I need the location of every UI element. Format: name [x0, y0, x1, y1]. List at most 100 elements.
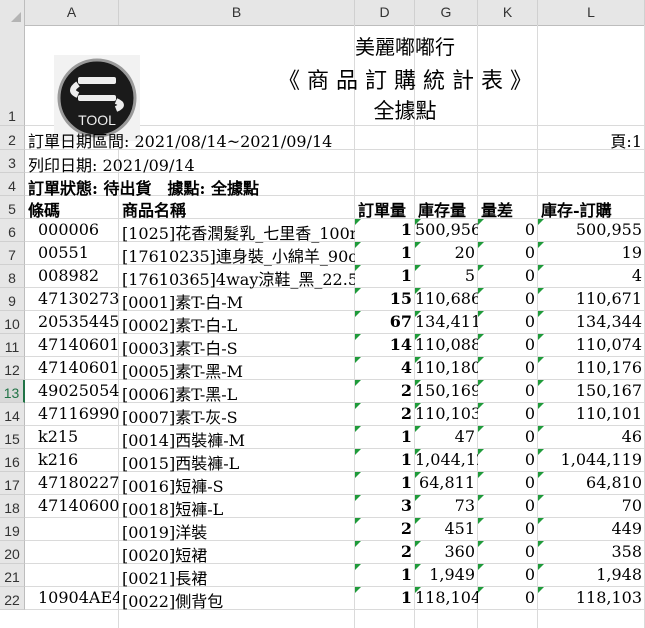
number-cell[interactable]: 500,955 [538, 220, 645, 239]
row-header-1[interactable]: 1 [0, 25, 25, 126]
number-cell[interactable]: 4 [538, 266, 645, 285]
row-header-15[interactable]: 15 [0, 426, 25, 449]
number-cell[interactable]: 2 [355, 519, 415, 538]
row-header-22[interactable]: 22 [0, 587, 25, 610]
barcode-cell[interactable]: 4714060116 [38, 358, 119, 377]
number-cell[interactable]: 110,103 [415, 404, 478, 423]
number-cell[interactable]: 70 [538, 496, 645, 515]
number-cell[interactable]: 20 [415, 243, 478, 262]
product-name-cell[interactable]: [0018]短褲-L [122, 496, 355, 520]
row-header-21[interactable]: 21 [0, 564, 25, 587]
number-cell[interactable]: 0 [478, 404, 538, 423]
product-name-cell[interactable]: [0016]短褲-S [122, 473, 355, 497]
row-header-13[interactable]: 13 [0, 380, 25, 403]
product-name-cell[interactable]: [0003]素T-白-S [122, 335, 355, 359]
barcode-cell[interactable]: 4713027345 [38, 289, 119, 308]
number-cell[interactable]: 0 [478, 266, 538, 285]
number-cell[interactable]: 64,810 [538, 473, 645, 492]
number-cell[interactable]: 0 [478, 220, 538, 239]
number-cell[interactable]: 0 [478, 473, 538, 492]
barcode-cell[interactable]: 000006 [38, 220, 119, 239]
column-header-d[interactable]: D [355, 0, 415, 25]
number-cell[interactable]: 0 [478, 335, 538, 354]
product-name-cell[interactable]: [0019]洋裝 [122, 519, 355, 543]
product-name-cell[interactable]: [0021]長裙 [122, 565, 355, 589]
number-cell[interactable]: 1 [355, 565, 415, 584]
number-cell[interactable]: 0 [478, 519, 538, 538]
product-name-cell[interactable]: [0007]素T-灰-S [122, 404, 355, 428]
row-header-4[interactable]: 4 [0, 173, 25, 196]
number-cell[interactable]: 19 [538, 243, 645, 262]
number-cell[interactable]: 110,686 [415, 289, 478, 308]
row-header-6[interactable]: 6 [0, 219, 25, 242]
number-cell[interactable]: 134,344 [538, 312, 645, 331]
product-name-cell[interactable]: [0005]素T-黑-M [122, 358, 355, 382]
number-cell[interactable]: 0 [478, 289, 538, 308]
number-cell[interactable]: 1 [355, 427, 415, 446]
number-cell[interactable]: 1 [355, 220, 415, 239]
table-header-cell[interactable]: 量差 [481, 197, 538, 221]
number-cell[interactable]: 1 [355, 473, 415, 492]
number-cell[interactable]: 64,811 [415, 473, 478, 492]
product-name-cell[interactable]: [0001]素T-白-M [122, 289, 355, 313]
number-cell[interactable]: 15 [355, 289, 415, 308]
column-header-k[interactable]: K [478, 0, 538, 25]
number-cell[interactable]: 110,180 [415, 358, 478, 377]
number-cell[interactable]: 1,948 [538, 565, 645, 584]
number-cell[interactable]: 110,074 [538, 335, 645, 354]
number-cell[interactable]: 5 [415, 266, 478, 285]
number-cell[interactable]: 0 [478, 450, 538, 469]
number-cell[interactable]: 1,949 [415, 565, 478, 584]
barcode-cell[interactable]: 4714060053 [38, 496, 119, 515]
number-cell[interactable]: 500,956 [415, 220, 478, 239]
number-cell[interactable]: 134,411 [415, 312, 478, 331]
number-cell[interactable]: 1 [355, 266, 415, 285]
column-header-g[interactable]: G [415, 0, 478, 25]
number-cell[interactable]: 2 [355, 381, 415, 400]
number-cell[interactable]: 150,169 [415, 381, 478, 400]
number-cell[interactable]: 110,671 [538, 289, 645, 308]
table-header-cell[interactable]: 庫存量 [418, 197, 478, 221]
number-cell[interactable]: 2 [355, 404, 415, 423]
row-header-19[interactable]: 19 [0, 518, 25, 541]
row-header-10[interactable]: 10 [0, 311, 25, 334]
barcode-cell[interactable]: 4718022766 [38, 473, 119, 492]
number-cell[interactable]: 3 [355, 496, 415, 515]
column-header-l[interactable]: L [538, 0, 645, 25]
row-header-12[interactable]: 12 [0, 357, 25, 380]
row-header-2[interactable]: 2 [0, 126, 25, 150]
number-cell[interactable]: 451 [415, 519, 478, 538]
row-header-3[interactable]: 3 [0, 150, 25, 173]
number-cell[interactable]: 0 [478, 312, 538, 331]
number-cell[interactable]: 118,103 [538, 588, 645, 607]
product-name-cell[interactable]: [17610365]4way涼鞋_黑_22.5_春 [122, 266, 355, 290]
barcode-cell[interactable]: 4902505451 [38, 381, 119, 400]
number-cell[interactable]: 0 [478, 243, 538, 262]
number-cell[interactable]: 449 [538, 519, 645, 538]
row-header-7[interactable]: 7 [0, 242, 25, 265]
row-header-18[interactable]: 18 [0, 495, 25, 518]
row-header-11[interactable]: 11 [0, 334, 25, 357]
table-header-cell[interactable]: 商品名稱 [122, 197, 355, 221]
number-cell[interactable]: 0 [478, 496, 538, 515]
row-header-14[interactable]: 14 [0, 403, 25, 426]
number-cell[interactable]: 0 [478, 358, 538, 377]
column-header-b[interactable]: B [119, 0, 355, 25]
number-cell[interactable]: 46 [538, 427, 645, 446]
number-cell[interactable]: 360 [415, 542, 478, 561]
barcode-cell[interactable]: 4714060116 [38, 335, 119, 354]
number-cell[interactable]: 2 [355, 542, 415, 561]
sheet-grid[interactable]: TOOL 美麗嘟嘟行 《 商 品 訂 購 統 計 表 》 全據點 訂單日期區間:… [25, 25, 645, 628]
barcode-cell[interactable]: 4711699027 [38, 404, 119, 423]
number-cell[interactable]: 0 [478, 565, 538, 584]
product-name-cell[interactable]: [17610235]連身裝_小綿羊_90cm [122, 243, 355, 267]
table-header-cell[interactable]: 訂單量 [358, 197, 415, 221]
number-cell[interactable]: 14 [355, 335, 415, 354]
product-name-cell[interactable]: [0022]側背包 [122, 588, 355, 612]
row-header-20[interactable]: 20 [0, 541, 25, 564]
number-cell[interactable]: 0 [478, 381, 538, 400]
product-name-cell[interactable]: [0006]素T-黑-L [122, 381, 355, 405]
product-name-cell[interactable]: [0020]短裙 [122, 542, 355, 566]
number-cell[interactable]: 0 [478, 588, 538, 607]
row-header-5[interactable]: 5 [0, 196, 25, 219]
